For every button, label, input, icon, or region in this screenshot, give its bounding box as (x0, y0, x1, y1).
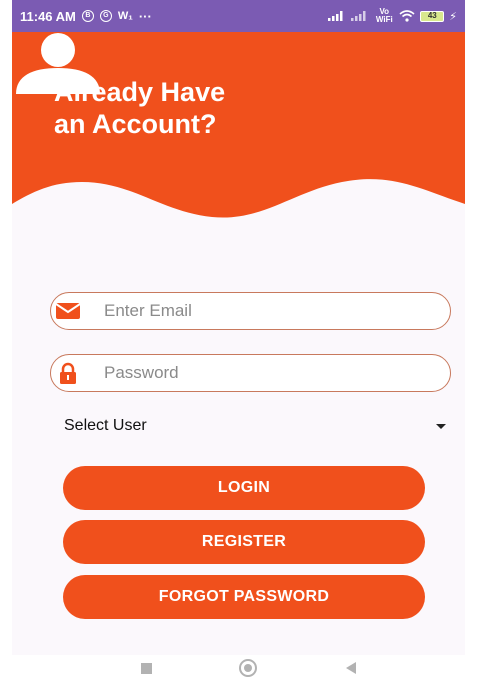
status-time: 11:46 AM (20, 8, 76, 24)
forgot-password-button[interactable]: FORGOT PASSWORD (63, 575, 425, 619)
signal-icon (328, 11, 343, 21)
vowifi-label: Vo WiFi (375, 7, 393, 24)
select-user-dropdown[interactable]: Select User (64, 412, 446, 440)
charging-icon: ⚡ (449, 10, 457, 23)
email-icon (55, 303, 81, 319)
lock-icon (60, 362, 76, 384)
back-icon[interactable] (346, 662, 356, 674)
email-input[interactable] (104, 296, 434, 326)
home-icon[interactable] (239, 659, 257, 677)
user-avatar-icon (16, 33, 100, 94)
notification-g-icon: G (99, 10, 112, 22)
signal-2-icon (351, 11, 366, 21)
register-button[interactable]: REGISTER (63, 520, 425, 564)
email-field[interactable] (50, 292, 451, 330)
app-screen: 11:46 AM B G W₁ ··· Vo WiFi 43 ⚡ Already… (12, 0, 465, 681)
notification-b-icon: B (81, 10, 94, 22)
status-bar: 11:46 AM B G W₁ ··· Vo WiFi 43 ⚡ (12, 0, 465, 32)
select-user-label: Select User (64, 417, 147, 434)
dropdown-arrow-icon (436, 423, 446, 429)
status-left: 11:46 AM B G W₁ ··· (20, 9, 152, 24)
wifi-icon (399, 10, 415, 22)
recent-apps-icon[interactable] (141, 663, 152, 674)
password-input[interactable] (104, 358, 434, 388)
header-title-line2: an Account? (54, 109, 217, 139)
more-notifications-icon: ··· (138, 8, 152, 24)
header-banner: Already Have an Account? (12, 32, 465, 232)
notification-w-icon: W₁ (117, 10, 133, 22)
status-right: Vo WiFi 43 ⚡ (328, 8, 457, 24)
system-nav-bar (12, 655, 465, 681)
battery-icon: 43 (420, 10, 445, 22)
login-button[interactable]: LOGIN (63, 466, 425, 510)
password-field[interactable] (50, 354, 451, 392)
